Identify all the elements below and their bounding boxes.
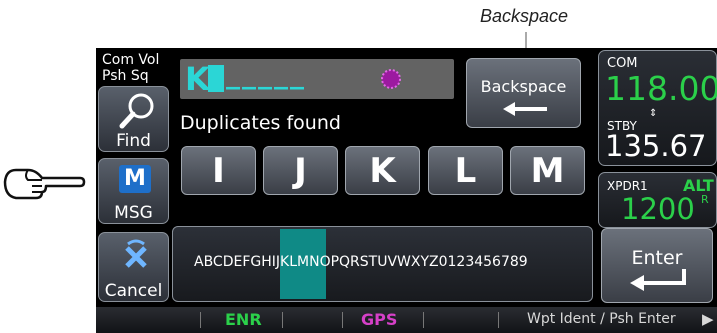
xpdr-reply-indicator: R — [701, 193, 709, 206]
enter-button[interactable]: Enter — [601, 228, 713, 303]
key-letter-l[interactable]: L — [428, 146, 503, 195]
enr-indicator: ENR — [225, 310, 262, 329]
duplicates-found-text: Duplicates found — [180, 112, 341, 134]
message-icon: M — [119, 165, 151, 193]
left-arrow-icon — [503, 102, 547, 116]
key-letter-i[interactable]: I — [181, 146, 256, 195]
entry-text: K — [185, 60, 210, 98]
right-arrow-icon: ▶ — [702, 310, 714, 328]
pointing-hand-icon — [3, 168, 86, 200]
com-active-frequency: 118.00 — [605, 69, 717, 108]
msg-button[interactable]: M MSG — [98, 158, 169, 224]
enter-arrow-icon — [630, 269, 686, 291]
gps-indicator: GPS — [361, 310, 398, 329]
entry-underscores: _____ — [226, 57, 306, 90]
find-button[interactable]: Find — [98, 86, 169, 152]
key-letter-j[interactable]: J — [263, 146, 338, 195]
cancel-icon — [125, 239, 147, 268]
entry-cursor — [208, 65, 224, 92]
busy-indicator-icon — [381, 69, 401, 89]
wpt-ident-hint: Wpt Ident / Psh Enter — [527, 311, 676, 327]
com-standby-frequency: 135.67 — [605, 129, 707, 163]
cancel-label: Cancel — [104, 281, 163, 301]
status-bar: ENR GPS Wpt Ident / Psh Enter ▶ — [96, 307, 717, 333]
xpdr-code: 1200 — [621, 192, 695, 226]
com-vol-label: Com Vol Psh Sq — [102, 52, 160, 84]
alphabet-scroll-strip[interactable]: ABCDEFGHIJKLMNOPQRSTUVWXYZ0123456789 — [172, 226, 593, 302]
magnifier-icon — [119, 93, 154, 129]
ident-entry-field[interactable]: K _____ — [180, 57, 454, 99]
backspace-label: Backspace — [480, 77, 567, 96]
msg-label: MSG — [114, 203, 153, 223]
alphabet-text: ABCDEFGHIJKLMNOPQRSTUVWXYZ0123456789 — [194, 254, 528, 270]
transponder-box[interactable]: XPDR1 ALT 1200 R — [598, 172, 717, 228]
device-screen: Com Vol Psh Sq Find M MSG Cancel K _____… — [96, 48, 717, 333]
com-frequency-box[interactable]: COM 118.00 ⇕ STBY 135.67 — [598, 50, 717, 166]
cancel-button[interactable]: Cancel — [98, 232, 169, 302]
key-letter-k[interactable]: K — [345, 146, 420, 195]
backspace-button[interactable]: Backspace — [466, 58, 581, 128]
enter-label: Enter — [631, 247, 683, 269]
xpdr-label: XPDR1 — [607, 179, 648, 193]
find-label: Find — [116, 131, 151, 151]
swap-icon: ⇕ — [649, 108, 658, 119]
key-letter-m[interactable]: M — [510, 146, 585, 195]
